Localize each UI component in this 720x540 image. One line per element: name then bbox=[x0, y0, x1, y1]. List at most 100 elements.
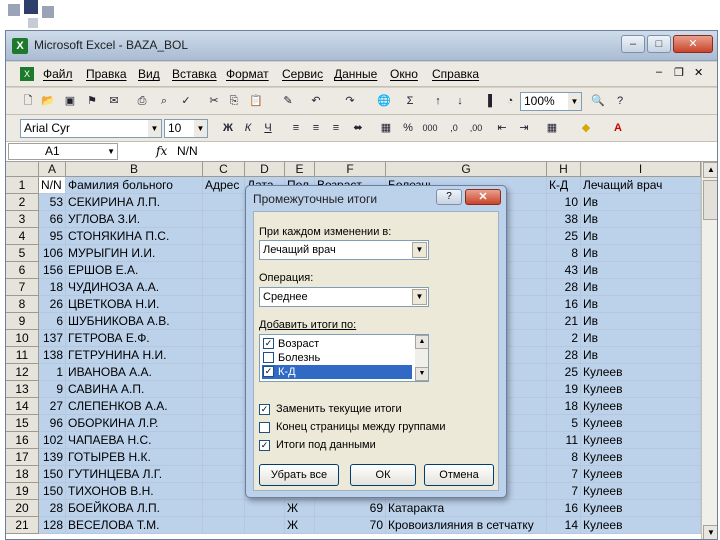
row-header[interactable]: 8 bbox=[6, 296, 39, 313]
menu-insert[interactable]: Вставка bbox=[172, 67, 217, 81]
cell-h[interactable]: 21 bbox=[547, 313, 581, 330]
cell-c[interactable] bbox=[203, 432, 245, 449]
increase-decimal-icon[interactable]: ,0 bbox=[446, 121, 462, 136]
row-header[interactable]: 6 bbox=[6, 262, 39, 279]
email-icon[interactable]: ✉ bbox=[106, 94, 122, 109]
fx-icon[interactable]: fx bbox=[156, 144, 167, 158]
checkbox[interactable] bbox=[263, 352, 274, 363]
close-button[interactable]: ✕ bbox=[673, 35, 713, 53]
sort-desc-icon[interactable]: ↓ bbox=[452, 94, 468, 109]
cell-h[interactable]: 38 bbox=[547, 211, 581, 228]
pagebreak-checkbox[interactable]: Конец страницы между группами bbox=[259, 421, 445, 435]
cell-c[interactable] bbox=[203, 228, 245, 245]
cell-c[interactable] bbox=[203, 364, 245, 381]
ok-button[interactable]: ОК bbox=[350, 464, 416, 486]
fill-color-icon[interactable]: ◆ bbox=[578, 121, 594, 136]
cell-a[interactable]: 139 bbox=[39, 449, 66, 466]
cell-a[interactable]: 138 bbox=[39, 347, 66, 364]
cell-b[interactable]: САВИНА А.П. bbox=[66, 381, 203, 398]
cell-a[interactable]: 96 bbox=[39, 415, 66, 432]
cell-h[interactable]: 28 bbox=[547, 347, 581, 364]
drawing-icon[interactable]: ◔ bbox=[502, 94, 518, 109]
cell-b[interactable]: ОБОРКИНА Л.Р. bbox=[66, 415, 203, 432]
cell-b[interactable]: ГУТИНЦЕВА Л.Г. bbox=[66, 466, 203, 483]
cell-c[interactable] bbox=[203, 517, 245, 534]
cell-h[interactable]: 14 bbox=[547, 517, 581, 534]
select-all-corner[interactable] bbox=[6, 162, 39, 177]
cell-a[interactable]: 128 bbox=[39, 517, 66, 534]
cell-h[interactable]: 7 bbox=[547, 466, 581, 483]
menu-tools[interactable]: Сервис bbox=[282, 67, 323, 81]
row-header[interactable]: 12 bbox=[6, 364, 39, 381]
cell-i[interactable]: Ив bbox=[581, 296, 701, 313]
cell-i[interactable]: Кулеев bbox=[581, 500, 701, 517]
currency-icon[interactable]: ▦ bbox=[378, 121, 394, 136]
scroll-up-icon[interactable]: ▲ bbox=[415, 335, 428, 349]
permission-icon[interactable]: ⚑ bbox=[84, 94, 100, 109]
list-item[interactable]: ✓ Возраст bbox=[262, 337, 412, 351]
cell-h[interactable]: 25 bbox=[547, 364, 581, 381]
cell-h[interactable]: 7 bbox=[547, 483, 581, 500]
cell-i[interactable]: Кулеев bbox=[581, 381, 701, 398]
cell-i[interactable]: Кулеев bbox=[581, 415, 701, 432]
row-header[interactable]: 15 bbox=[6, 415, 39, 432]
cell-i[interactable]: Ив bbox=[581, 279, 701, 296]
row-header[interactable]: 13 bbox=[6, 381, 39, 398]
cell-b[interactable]: ШУБНИКОВА А.В. bbox=[66, 313, 203, 330]
column-header-b[interactable]: B bbox=[66, 162, 203, 177]
row-header[interactable]: 4 bbox=[6, 228, 39, 245]
summary-below-checkbox[interactable]: ✓ Итоги под данными bbox=[259, 439, 376, 453]
cell-h[interactable]: 8 bbox=[547, 245, 581, 262]
checkbox[interactable]: ✓ bbox=[263, 338, 274, 349]
row-header[interactable]: 20 bbox=[6, 500, 39, 517]
dialog-help-button[interactable]: ? bbox=[436, 189, 462, 205]
checkbox[interactable]: ✓ bbox=[263, 366, 274, 377]
cut-icon[interactable]: ✂ bbox=[206, 94, 222, 109]
cell-a[interactable]: 150 bbox=[39, 483, 66, 500]
cell-i[interactable]: Ив bbox=[581, 245, 701, 262]
cell-h[interactable]: 11 bbox=[547, 432, 581, 449]
row-header[interactable]: 2 bbox=[6, 194, 39, 211]
font-color-icon[interactable]: A bbox=[610, 121, 626, 136]
row-header[interactable]: 17 bbox=[6, 449, 39, 466]
cell-i[interactable]: Ив bbox=[581, 313, 701, 330]
cell-i[interactable]: Кулеев bbox=[581, 517, 701, 534]
merge-center-icon[interactable]: ⬌ bbox=[350, 121, 366, 136]
subtotal-fields-list[interactable]: ✓ Возраст Болезнь ✓ К-Д ▲ ▼ bbox=[259, 334, 429, 382]
cell-c[interactable] bbox=[203, 449, 245, 466]
cell-h[interactable]: 5 bbox=[547, 415, 581, 432]
scroll-down-icon[interactable]: ▼ bbox=[415, 367, 428, 381]
cell-b[interactable]: ГОТЫРЕВ Н.К. bbox=[66, 449, 203, 466]
row-header[interactable]: 16 bbox=[6, 432, 39, 449]
cell-b[interactable]: ЦВЕТКОВА Н.И. bbox=[66, 296, 203, 313]
cell-c[interactable] bbox=[203, 483, 245, 500]
menu-help[interactable]: Справка bbox=[432, 67, 479, 81]
row-header[interactable]: 18 bbox=[6, 466, 39, 483]
scroll-thumb[interactable] bbox=[703, 180, 717, 220]
cell-h[interactable]: 19 bbox=[547, 381, 581, 398]
help-icon[interactable]: ? bbox=[612, 94, 628, 109]
font-select[interactable]: Arial Cyr ▼ bbox=[20, 119, 162, 138]
menu-edit[interactable]: Правка bbox=[86, 67, 127, 81]
cell-a[interactable]: 6 bbox=[39, 313, 66, 330]
align-center-icon[interactable]: ≡ bbox=[308, 121, 324, 136]
bold-icon[interactable]: Ж bbox=[220, 121, 236, 136]
cell-h[interactable]: 16 bbox=[547, 296, 581, 313]
cell-b[interactable]: МУРЫГИН И.И. bbox=[66, 245, 203, 262]
align-left-icon[interactable]: ≡ bbox=[288, 121, 304, 136]
zoom-select[interactable]: 100% ▼ bbox=[520, 92, 582, 111]
list-item[interactable]: Болезнь bbox=[262, 351, 412, 365]
cell-b[interactable]: СТОНЯКИНА П.С. bbox=[66, 228, 203, 245]
row-header[interactable]: 5 bbox=[6, 245, 39, 262]
column-header-c[interactable]: C bbox=[203, 162, 245, 177]
column-header-h[interactable]: H bbox=[547, 162, 581, 177]
workbook-icon[interactable]: X bbox=[20, 67, 34, 81]
print-preview-icon[interactable]: ⌕ bbox=[156, 94, 172, 109]
hyperlink-icon[interactable]: 🌐 bbox=[376, 94, 392, 109]
doc-minimize-icon[interactable]: ‒ bbox=[656, 66, 662, 78]
cell-h[interactable]: 25 bbox=[547, 228, 581, 245]
dialog-close-button[interactable]: ✕ bbox=[465, 189, 501, 205]
doc-close-icon[interactable]: ✕ bbox=[694, 66, 703, 79]
cell-i[interactable]: Кулеев bbox=[581, 449, 701, 466]
cell-b[interactable]: УГЛОВА З.И. bbox=[66, 211, 203, 228]
